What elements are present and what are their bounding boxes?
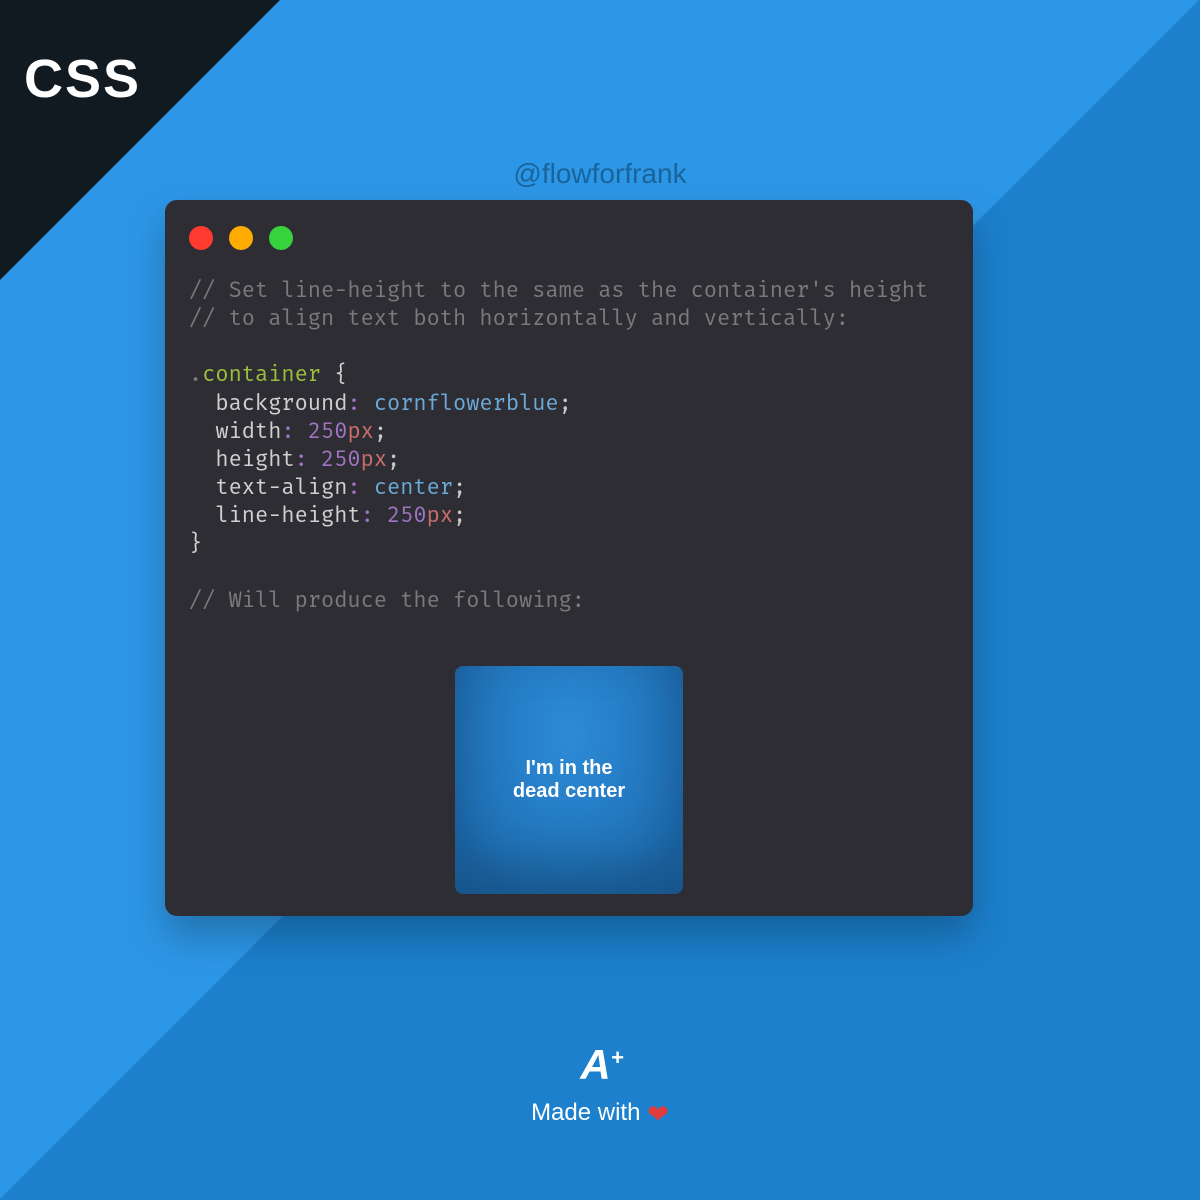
demo-text: dead center xyxy=(513,780,625,802)
minimize-icon xyxy=(229,226,253,250)
logo: A+ xyxy=(580,1041,619,1089)
traffic-lights xyxy=(189,226,949,250)
code-comment: // Will produce the following: xyxy=(189,586,585,613)
demo-box: I'm in the dead center xyxy=(455,666,683,894)
footer: A+ Made with ❤ xyxy=(0,1041,1200,1130)
code-comment: // to align text both horizontally and v… xyxy=(189,304,849,331)
heart-icon: ❤ xyxy=(647,1099,669,1129)
made-with: Made with ❤ xyxy=(531,1099,669,1130)
code-comment: // Set line-height to the same as the co… xyxy=(189,276,928,303)
code-window: // Set line-height to the same as the co… xyxy=(165,200,973,916)
code-block: // Set line-height to the same as the co… xyxy=(189,276,949,614)
close-icon xyxy=(189,226,213,250)
code-selector: container xyxy=(202,360,321,387)
corner-label: CSS xyxy=(24,48,141,110)
plus-icon: + xyxy=(611,1045,622,1070)
author-handle: @flowforfrank xyxy=(0,158,1200,190)
maximize-icon xyxy=(269,226,293,250)
demo-text: I'm in the xyxy=(526,757,613,779)
